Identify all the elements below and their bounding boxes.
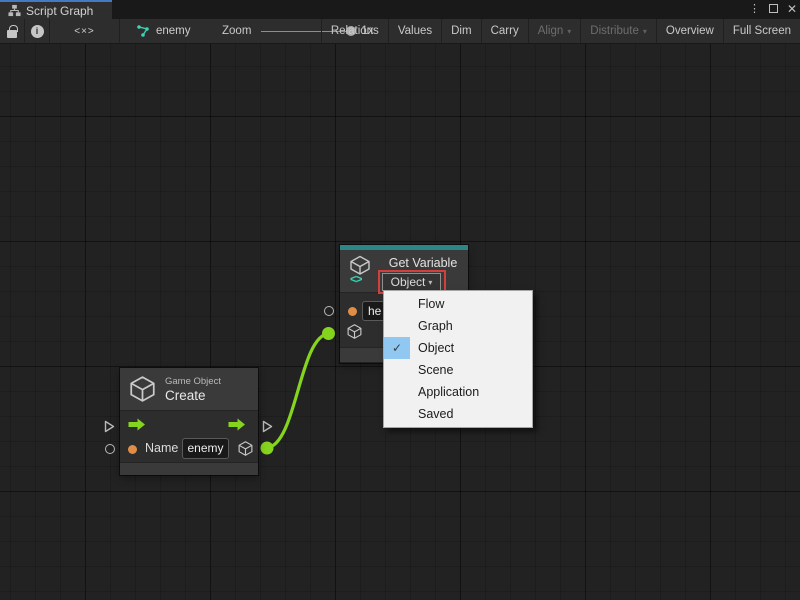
graph-hierarchy-icon [8,4,21,17]
node-header: <> Get Variable Object ▾ [340,250,468,292]
code-view-button[interactable]: <×> [50,19,120,43]
chevron-down-icon: ▾ [643,27,647,36]
getvar-name-input-port[interactable] [324,306,334,316]
menu-item-saved[interactable]: Saved [384,403,532,425]
create-gameobject-node[interactable]: Game Object Create Name enemy [120,368,258,475]
lock-icon [7,30,17,38]
tab-strip: Script Graph ⋮ ✕ [0,0,800,19]
menu-item-application[interactable]: Application [384,381,532,403]
toolbar-left-group: i <×> [0,19,120,43]
gameobject-output-icon[interactable] [237,440,254,457]
menu-item-scene[interactable]: Scene [384,359,532,381]
align-button[interactable]: Align ▾ [528,19,581,43]
menu-item-graph[interactable]: Graph [384,315,532,337]
chevron-down-icon: ▾ [428,278,432,287]
flow-input-arrow-icon[interactable] [127,418,147,431]
menu-item-flow[interactable]: Flow [384,293,532,315]
name-input-field[interactable]: enemy [182,438,229,459]
dim-button[interactable]: Dim [441,19,480,43]
gameobject-cube-icon [127,374,158,404]
zoom-label: Zoom [222,25,251,37]
window-controls: ⋮ ✕ [749,0,797,19]
flow-output-arrow-icon[interactable] [227,418,247,431]
code-brackets-icon: <> [350,274,361,286]
variable-kind-menu: Flow Graph ✓ Object Scene Application Sa… [383,290,533,428]
chevron-down-icon: ▾ [567,27,571,36]
create-flow-input-port[interactable] [104,420,115,433]
node-footer [120,462,258,475]
graph-toolbar: i <×> enemy Zoom 1x Relations Values [0,19,800,44]
value-port-orange[interactable] [128,445,137,454]
carry-button[interactable]: Carry [481,19,528,43]
maximize-icon[interactable] [769,0,778,19]
node-body: Name enemy [120,410,258,462]
create-name-input-port[interactable] [105,444,115,454]
node-type-label: Game Object [165,376,221,387]
value-port-orange[interactable] [348,307,357,316]
info-icon: i [31,25,44,38]
fullscreen-button[interactable]: Full Screen [723,19,800,43]
close-icon[interactable]: ✕ [787,0,797,19]
distribute-button[interactable]: Distribute ▾ [580,19,656,43]
create-flow-output-port[interactable] [262,420,273,433]
graph-breadcrumb[interactable]: enemy [136,19,191,43]
check-icon: ✓ [384,337,410,359]
tab-script-graph[interactable]: Script Graph [0,0,112,19]
menu-item-object[interactable]: ✓ Object [384,337,532,359]
script-graph-window: Script Graph ⋮ ✕ i <×> [0,0,800,600]
graph-name: enemy [156,25,191,37]
node-title: Create [165,388,206,403]
code-icon: <×> [74,26,95,37]
node-title: Get Variable [382,256,464,270]
tab-label: Script Graph [26,4,93,18]
relations-button[interactable]: Relations [321,19,388,43]
overview-button[interactable]: Overview [656,19,723,43]
node-header: Game Object Create [120,368,258,410]
lock-button[interactable] [0,19,25,43]
window-menu-icon[interactable]: ⋮ [749,0,760,19]
values-button[interactable]: Values [388,19,441,43]
info-button[interactable]: i [25,19,50,43]
name-port-label: Name [145,441,178,455]
variable-kind-dropdown[interactable]: Object ▾ [382,273,441,291]
gameobject-port-icon[interactable] [346,323,363,340]
toolbar-right-group: Relations Values Dim Carry Align ▾ Distr… [321,19,800,43]
graph-icon [136,24,150,38]
